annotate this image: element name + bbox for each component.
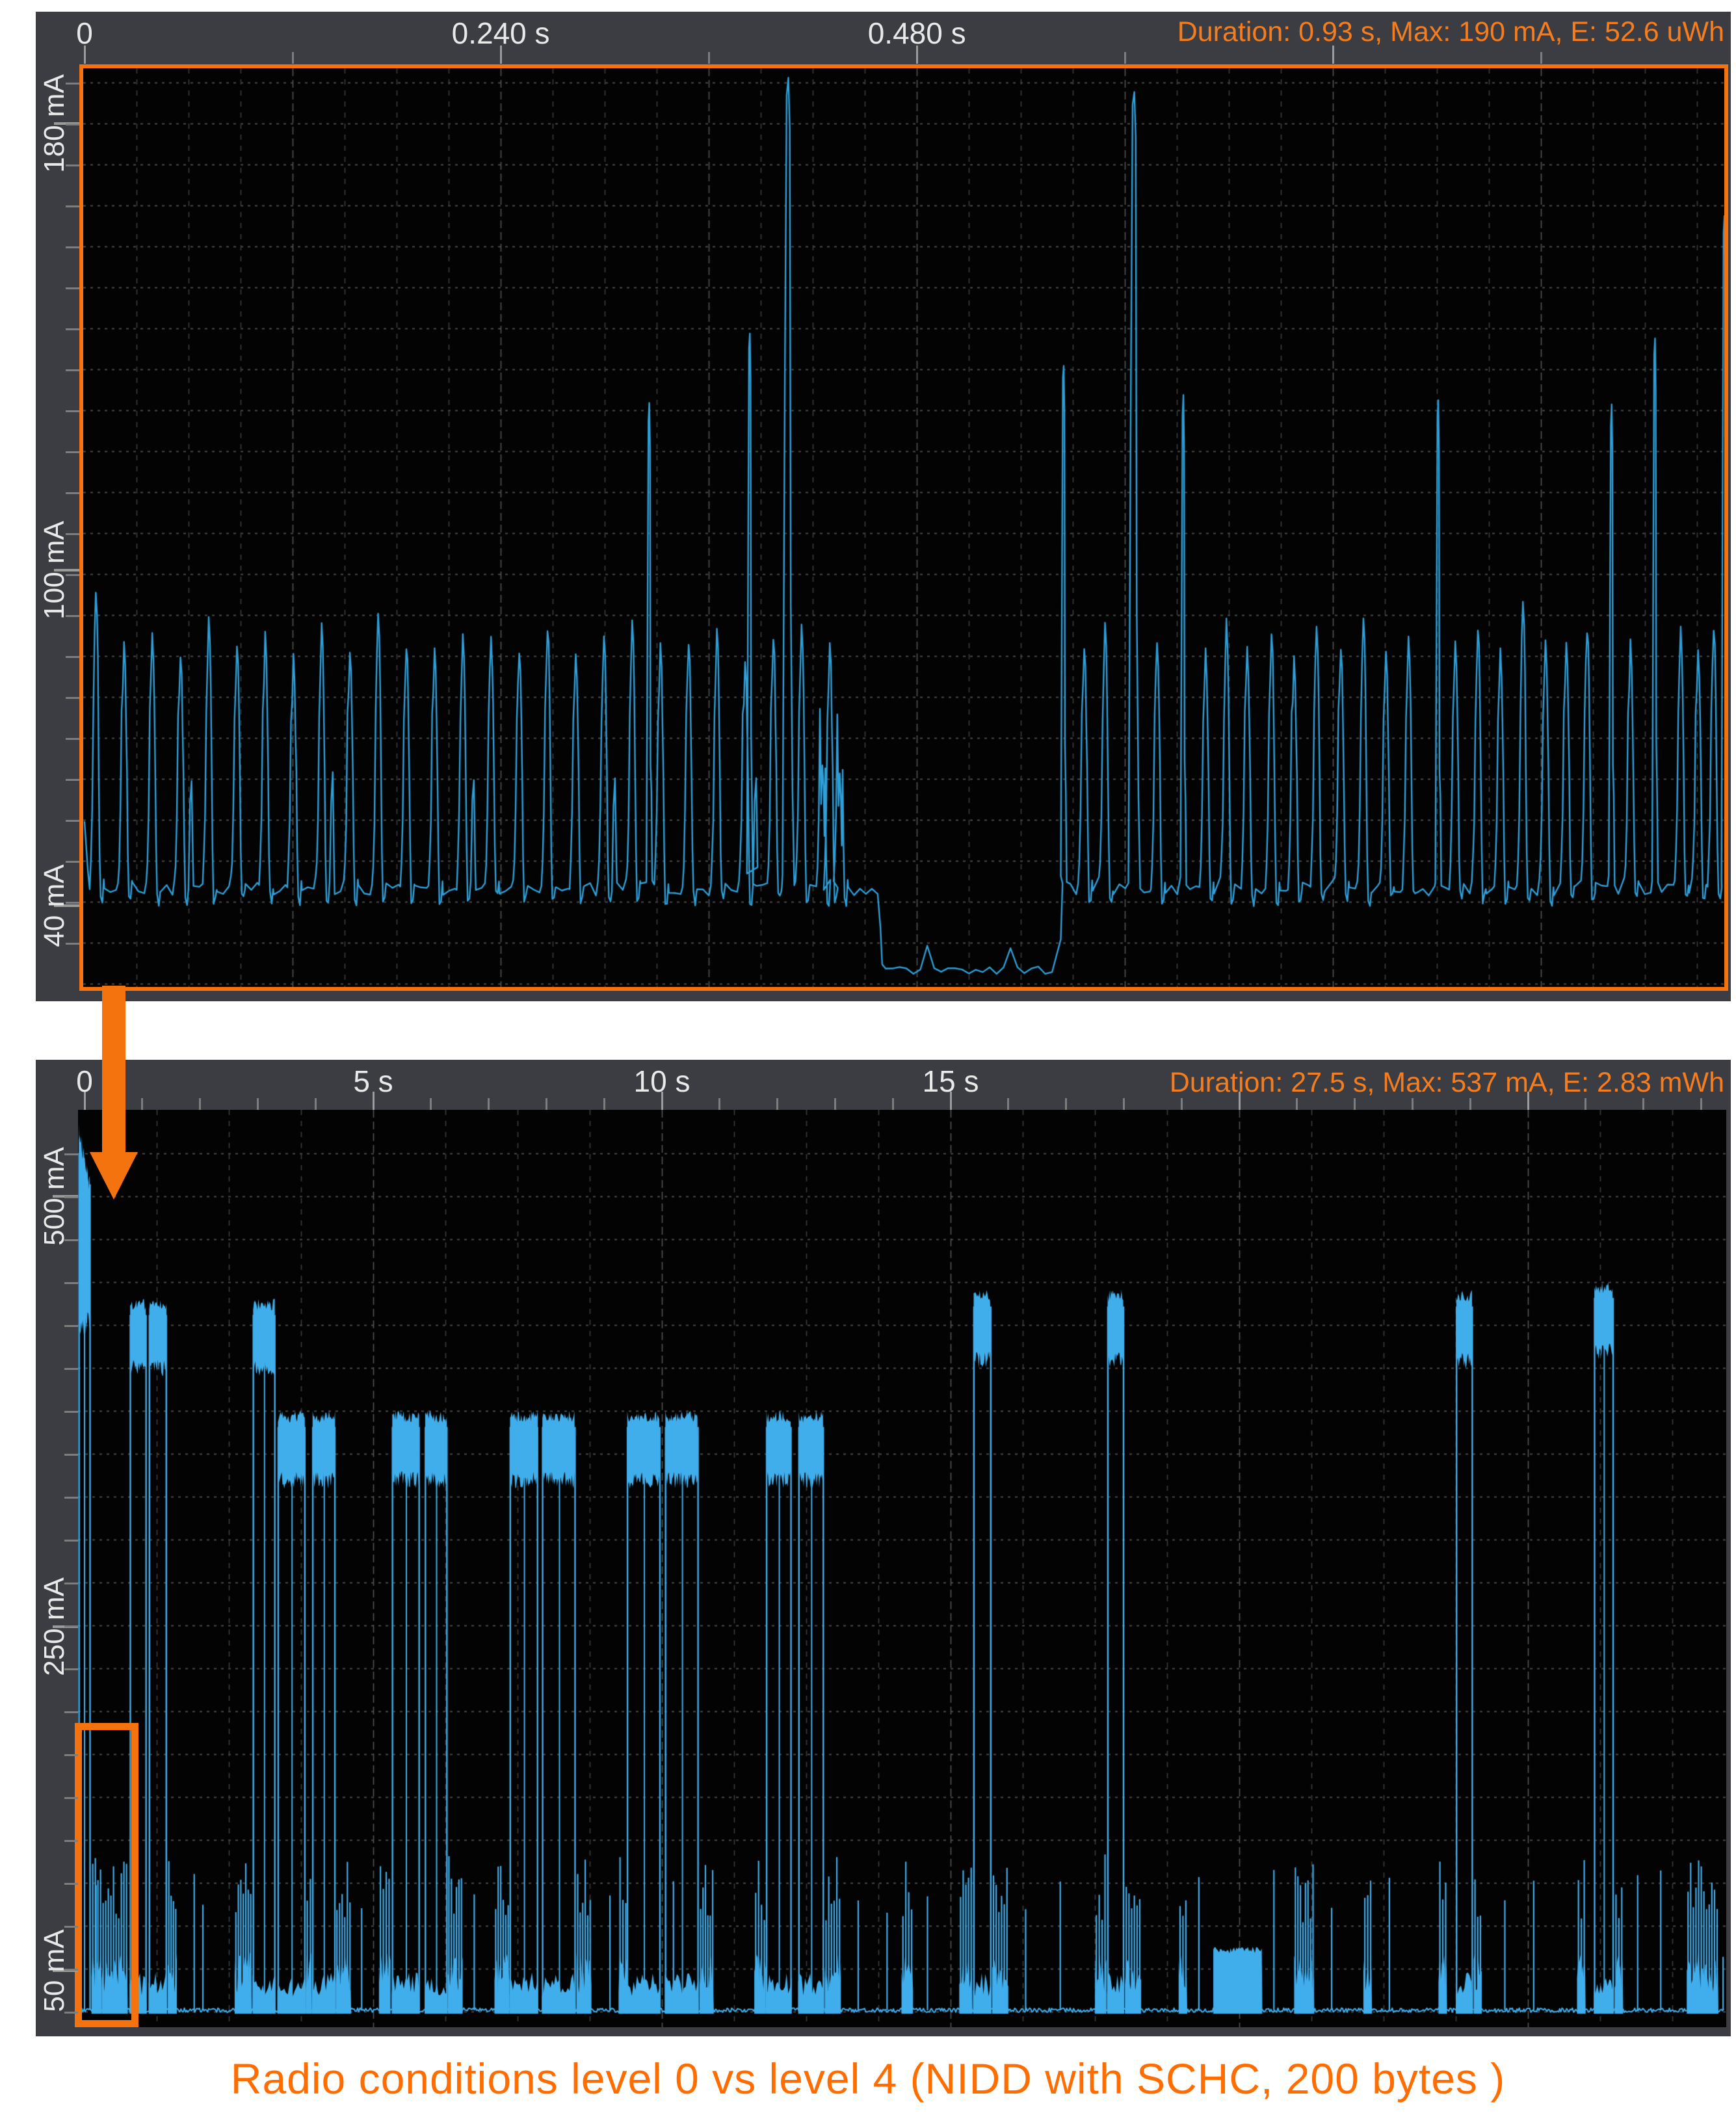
top-x-tick-label: 0.480 s — [868, 17, 966, 49]
bottom-chart-duration-stats: Duration: 27.5 s, Max: 537 mA, E: 2.83 m… — [1170, 1066, 1724, 1099]
bottom-x-tick — [892, 1098, 894, 1110]
bottom-y-tick-minor — [64, 1754, 78, 1756]
top-y-tick-minor — [66, 902, 79, 904]
top-x-tick — [1124, 52, 1126, 64]
top-y-tick-minor — [66, 205, 79, 207]
bottom-y-tick-minor — [64, 2012, 78, 2014]
bottom-x-tick — [1700, 1098, 1702, 1110]
bottom-waveform-canvas[interactable] — [78, 1110, 1726, 2027]
top-x-tick-label: 0 — [76, 17, 93, 49]
top-y-tick-label: 40 mA — [40, 864, 69, 947]
top-y-tick-minor — [66, 943, 79, 945]
figure-caption: Radio conditions level 0 vs level 4 (NID… — [0, 2055, 1736, 2103]
bottom-x-tick — [430, 1098, 432, 1110]
top-y-tick-minor — [66, 861, 79, 863]
bottom-x-tick-label: 5 s — [353, 1065, 393, 1097]
zoom-region-rectangle[interactable] — [75, 1723, 138, 2027]
bottom-x-tick — [1239, 1092, 1241, 1110]
top-y-tick-minor — [66, 656, 79, 658]
top-y-tick-minor — [66, 164, 79, 166]
top-x-tick — [292, 52, 294, 64]
bottom-y-tick-minor — [64, 1454, 78, 1456]
top-waveform-canvas[interactable] — [83, 68, 1724, 987]
bottom-x-tick — [488, 1098, 490, 1110]
top-y-tick-minor — [66, 328, 79, 330]
bottom-x-tick-label: 10 s — [634, 1065, 690, 1097]
top-x-tick-label: 0.240 s — [452, 17, 550, 49]
top-y-tick-label: 100 mA — [40, 521, 69, 620]
bottom-x-tick — [718, 1098, 720, 1110]
top-y-tick-minor — [66, 779, 79, 781]
top-y-tick-minor — [66, 615, 79, 617]
top-y-tick-minor — [66, 287, 79, 289]
top-y-tick-minor — [66, 124, 79, 125]
bottom-x-tick — [1296, 1098, 1298, 1110]
bottom-y-tick-minor — [64, 1196, 78, 1198]
bottom-y-tick-minor — [64, 1368, 78, 1370]
bottom-x-tick-label: 0 — [76, 1065, 93, 1097]
bottom-y-tick-minor — [64, 1711, 78, 1713]
top-chart-duration-stats: Duration: 0.93 s, Max: 190 mA, E: 52.6 u… — [1177, 16, 1724, 48]
bottom-x-tick — [1123, 1098, 1125, 1110]
bottom-y-tick-minor — [64, 1797, 78, 1799]
bottom-y-tick-minor — [64, 1540, 78, 1542]
bottom-x-tick — [1065, 1098, 1067, 1110]
bottom-x-tick — [1527, 1092, 1529, 1110]
top-y-tick-minor — [66, 738, 79, 740]
top-y-tick-minor — [66, 697, 79, 699]
top-y-tick-minor — [66, 820, 79, 822]
bottom-x-tick — [315, 1098, 317, 1110]
bottom-y-tick-minor — [64, 1239, 78, 1241]
bottom-x-tick — [603, 1098, 605, 1110]
top-y-tick-minor — [66, 410, 79, 412]
top-y-tick-minor — [66, 451, 79, 453]
bottom-y-tick-minor — [64, 1497, 78, 1499]
bottom-x-tick — [1642, 1098, 1644, 1110]
top-y-tick-minor — [66, 369, 79, 371]
top-x-tick — [1540, 52, 1542, 64]
bottom-y-tick-minor — [64, 1411, 78, 1413]
bottom-x-tick — [141, 1098, 143, 1110]
bottom-x-tick — [1469, 1098, 1471, 1110]
top-y-tick-minor — [66, 574, 79, 576]
bottom-y-tick-minor — [64, 1926, 78, 1928]
top-y-tick-minor — [66, 246, 79, 248]
bottom-y-tick-minor — [64, 1583, 78, 1584]
page: Duration: 0.93 s, Max: 190 mA, E: 52.6 u… — [0, 0, 1736, 2128]
top-y-tick-minor — [66, 533, 79, 535]
bottom-y-tick-minor — [64, 1969, 78, 1971]
top-y-tick-label: 180 mA — [40, 74, 69, 173]
zoom-link-arrow-head-icon — [90, 1152, 138, 1200]
bottom-x-tick — [1585, 1098, 1586, 1110]
bottom-x-tick — [1007, 1098, 1009, 1110]
top-x-tick — [1332, 46, 1334, 64]
bottom-x-tick — [257, 1098, 259, 1110]
zoom-link-arrow-shaft — [102, 986, 125, 1152]
bottom-y-tick-minor — [64, 1668, 78, 1670]
top-y-tick-minor — [66, 492, 79, 494]
bottom-y-tick-minor — [64, 1840, 78, 1842]
bottom-x-tick — [546, 1098, 547, 1110]
bottom-x-tick — [1181, 1098, 1183, 1110]
bottom-x-tick-label: 15 s — [923, 1065, 979, 1097]
bottom-x-tick — [199, 1098, 201, 1110]
bottom-y-tick-minor — [64, 1282, 78, 1284]
bottom-x-tick — [1412, 1098, 1414, 1110]
bottom-y-tick-minor — [64, 1883, 78, 1885]
bottom-x-tick — [1354, 1098, 1356, 1110]
top-y-tick-minor — [66, 83, 79, 85]
bottom-x-tick — [776, 1098, 778, 1110]
bottom-x-tick — [834, 1098, 836, 1110]
bottom-y-tick-minor — [64, 1153, 78, 1155]
top-x-tick — [708, 52, 710, 64]
bottom-y-tick-minor — [64, 1325, 78, 1327]
bottom-y-tick-minor — [64, 1625, 78, 1627]
